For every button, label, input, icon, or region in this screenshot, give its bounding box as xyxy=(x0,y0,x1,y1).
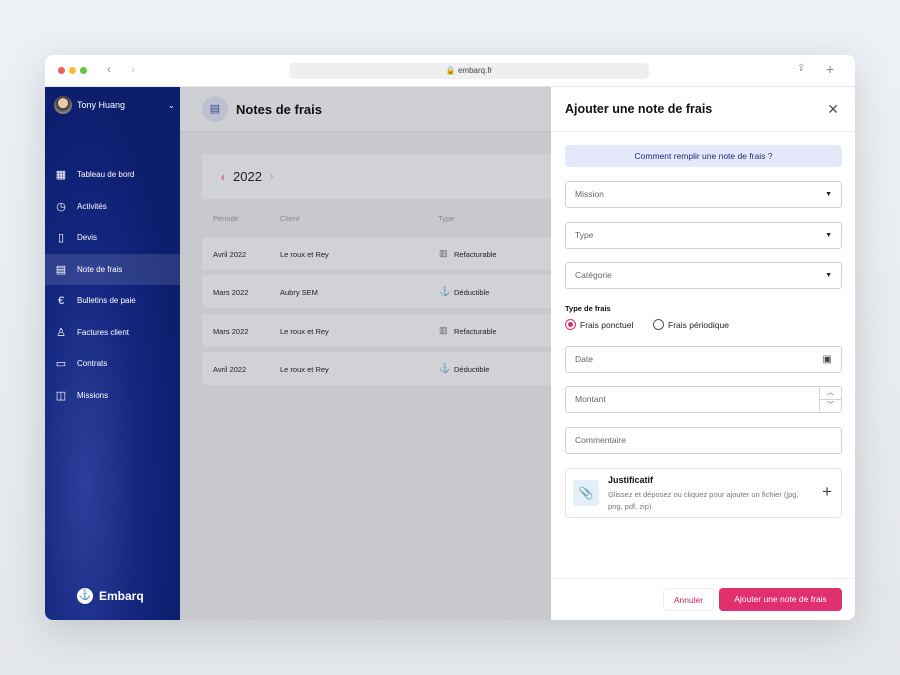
cancel-button[interactable]: Annuler xyxy=(663,588,714,611)
paperclip-icon: 📎 xyxy=(573,480,599,506)
minimize-window-button[interactable] xyxy=(69,67,76,74)
prev-year-button[interactable]: ‹ xyxy=(221,170,225,184)
building-icon: ▥ xyxy=(439,248,448,258)
address-bar[interactable]: 🔒 embarq.fr xyxy=(289,63,649,79)
document-icon: ▤ xyxy=(202,96,228,122)
anchor-icon: ⚓ xyxy=(439,362,451,373)
caret-down-icon: ▼ xyxy=(825,272,832,279)
chevron-down-icon: ⌄ xyxy=(168,100,175,110)
sidebar: Tony Huang ⌄ ▦ Tableau de bord ◷ Activités ▯… xyxy=(45,87,180,620)
add-expense-panel: Ajouter une note de frais ✕ Comment rempl… xyxy=(551,87,855,620)
back-icon[interactable]: ‹ xyxy=(107,62,111,76)
table-row[interactable]: Avril 2022 Le roux et Rey ⚓ Déductible xyxy=(202,351,562,385)
brand-logo: ⚓ Embarq xyxy=(77,588,144,604)
page-header: ▤ Notes de frais xyxy=(180,87,551,132)
briefcase-icon: ◫ xyxy=(55,389,67,402)
sidebar-item-bulletins-de-paie[interactable]: € Bulletins de paie xyxy=(45,285,180,316)
maximize-window-button[interactable] xyxy=(80,67,87,74)
anchor-icon: ⚓ xyxy=(439,286,451,297)
document-icon: ▤ xyxy=(55,263,67,276)
date-input[interactable]: Date ▣ xyxy=(565,346,842,373)
type-select[interactable]: Type ▼ xyxy=(565,222,842,249)
main-content: ▤ Notes de frais ‹ 2022 › Période Client… xyxy=(180,87,562,620)
panel-title: Ajouter une note de frais xyxy=(565,102,713,116)
quote-document-icon: ▯ xyxy=(57,232,65,244)
anchor-icon: ⚓ xyxy=(77,588,93,604)
chevron-down-icon[interactable]: ﹀ xyxy=(820,400,841,413)
help-link[interactable]: Comment remplir une note de frais ? xyxy=(565,145,842,167)
year-label: 2022 xyxy=(233,169,262,184)
sidebar-item-tableau-de-bord[interactable]: ▦ Tableau de bord xyxy=(45,159,180,190)
caret-down-icon: ▼ xyxy=(825,191,832,198)
calendar-icon[interactable]: ▣ xyxy=(823,347,832,372)
browser-toolbar: ‹ › 🔒 embarq.fr ⇪ + xyxy=(45,55,855,87)
browser-window: ‹ › 🔒 embarq.fr ⇪ + Tony Huang ⌄ ▦ Tablea… xyxy=(45,55,855,620)
category-select[interactable]: Catégorie ▼ xyxy=(565,262,842,289)
forward-icon[interactable]: › xyxy=(131,62,135,76)
next-year-button[interactable]: › xyxy=(270,171,273,182)
sidebar-item-note-de-frais[interactable]: ▤ Note de frais xyxy=(45,253,180,285)
table-row[interactable]: Avril 2022 Le roux et Rey ▥ Refacturable xyxy=(202,237,562,270)
amount-input[interactable]: Montant ︿ ﹀ xyxy=(565,386,842,413)
sidebar-item-devis[interactable]: ▯ Devis xyxy=(45,222,180,253)
user-menu[interactable]: Tony Huang ⌄ xyxy=(54,96,175,114)
comment-input[interactable]: Commentaire xyxy=(565,427,842,454)
expense-type-label: Type de frais xyxy=(565,304,611,313)
table-row[interactable]: Mars 2022 Aubry SEM ⚓ Déductible xyxy=(202,275,562,309)
building-icon: ▥ xyxy=(439,324,448,335)
close-icon[interactable]: ✕ xyxy=(827,101,839,118)
client-icon: ♙ xyxy=(56,326,66,339)
dashboard-icon: ▦ xyxy=(55,169,67,181)
file-dropzone[interactable]: 📎 Justificatif Glissez et déposez ou cli… xyxy=(565,468,842,518)
sidebar-item-contrats[interactable]: ▭ Contrats xyxy=(45,348,180,379)
radio-periodique[interactable]: Frais périodique xyxy=(653,319,729,330)
folder-icon: ▭ xyxy=(55,358,67,370)
avatar xyxy=(54,96,72,114)
share-icon[interactable]: ⇪ xyxy=(797,63,805,74)
mission-select[interactable]: Mission ▼ xyxy=(565,181,842,208)
close-window-button[interactable] xyxy=(58,67,65,74)
caret-down-icon: ▼ xyxy=(825,232,832,239)
table-row[interactable]: Mars 2022 Le roux et Rey ▥ Refacturable xyxy=(202,313,562,347)
new-tab-icon[interactable]: + xyxy=(826,61,834,77)
year-selector: ‹ 2022 › xyxy=(202,154,562,199)
plus-icon[interactable]: + xyxy=(822,482,832,502)
amount-stepper[interactable]: ︿ ﹀ xyxy=(819,387,841,412)
submit-button[interactable]: Ajouter une note de frais xyxy=(719,588,842,611)
euro-icon: € xyxy=(57,294,65,307)
calendar-clock-icon: ◷ xyxy=(56,200,66,213)
sidebar-item-activit-s[interactable]: ◷ Activités xyxy=(45,191,180,222)
panel-footer: Annuler Ajouter une note de frais xyxy=(551,578,855,620)
sidebar-item-missions[interactable]: ◫ Missions xyxy=(45,380,180,411)
chevron-up-icon[interactable]: ︿ xyxy=(820,387,841,400)
sidebar-item-factures-client[interactable]: ♙ Factures client xyxy=(45,317,180,348)
radio-ponctuel[interactable]: Frais ponctuel xyxy=(565,319,633,330)
page-title: Notes de frais xyxy=(236,101,322,117)
